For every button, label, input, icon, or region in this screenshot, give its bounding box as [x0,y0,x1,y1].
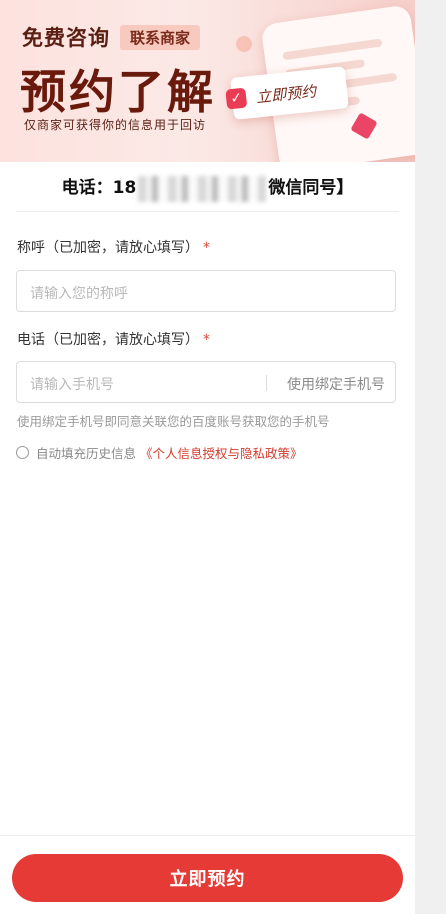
submit-appointment-button[interactable]: 立即预约 [12,854,403,902]
bind-hint: 使用绑定手机号即同意关联您的百度账号获取您的手机号 [17,414,330,429]
autofill-label[interactable]: 自动填充历史信息 [36,443,136,462]
divider [16,211,399,212]
name-input-placeholder: 请输入您的称呼 [30,286,128,302]
decor-ball [236,36,252,52]
phone-label-text: 电话（已加密，请放心填写） [17,332,199,348]
phone-redacted [138,175,267,202]
phone-illustration-line [282,38,383,61]
banner-headline: 预约了解 [20,65,216,119]
required-mark: * [203,240,210,256]
autofill-row: 自动填充历史信息 《个人信息授权与隐私政策》 [16,443,303,462]
required-mark: * [203,332,210,348]
free-consult-text: 免费咨询 [22,26,110,50]
contact-merchant-tag: 联系商家 [120,24,201,50]
separator [266,375,267,391]
banner-card-label: 立即预约 [255,81,317,106]
phone-input-placeholder: 请输入手机号 [30,377,114,393]
banner: ✓ 立即预约 免费咨询 联系商家 预约了解 仅商家可获得你的信息用于回访 [0,0,415,162]
use-bound-phone-button[interactable]: 使用绑定手机号 [287,374,385,394]
scrollbar[interactable] [415,0,446,914]
phone-input[interactable]: 请输入手机号 使用绑定手机号 [16,361,396,403]
check-icon: ✓ [225,87,248,110]
name-label-text: 称呼（已加密，请放心填写） [17,240,199,256]
banner-top-row: 免费咨询 联系商家 [22,22,201,52]
banner-subtitle: 仅商家可获得你的信息用于回访 [24,118,207,132]
merchant-phone: 电话：18 微信同号】 [0,168,415,210]
name-input[interactable]: 请输入您的称呼 [16,270,396,312]
name-label: 称呼（已加密，请放心填写） * [17,237,210,257]
phone-suffix: 微信同号】 [268,178,354,198]
phone-label: 电话（已加密，请放心填写） * [17,329,210,349]
privacy-policy-link[interactable]: 《个人信息授权与隐私政策》 [140,443,303,462]
divider [0,835,415,836]
autofill-radio[interactable] [16,446,29,459]
page: ✓ 立即预约 免费咨询 联系商家 预约了解 仅商家可获得你的信息用于回访 电话：… [0,0,415,914]
phone-prefix: 电话：18 [61,178,137,198]
